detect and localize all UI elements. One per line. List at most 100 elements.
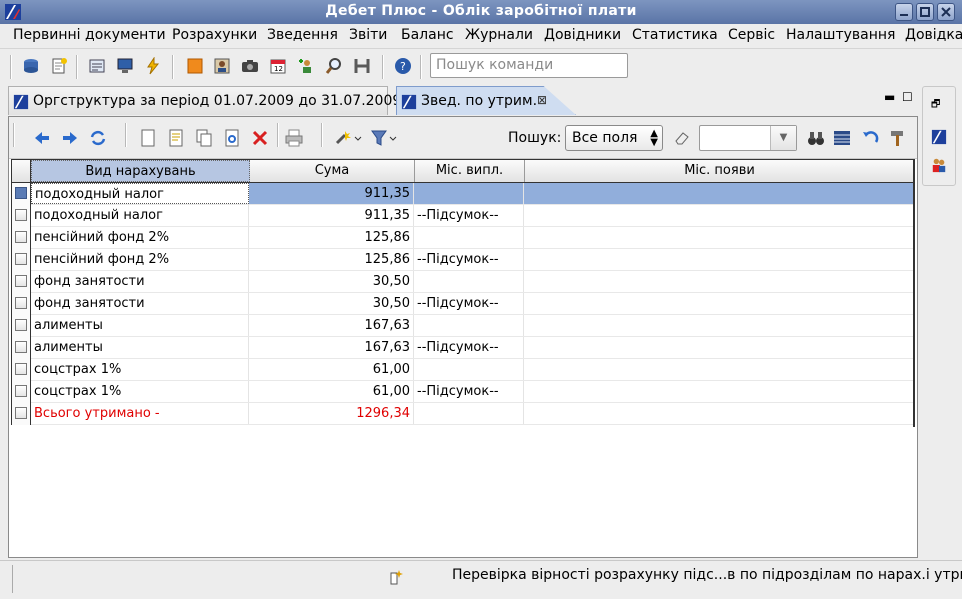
cell-origin-month[interactable]: [524, 249, 915, 270]
portrait-icon[interactable]: [213, 57, 231, 75]
cell-sum[interactable]: 167,63: [249, 315, 414, 336]
menu-balance[interactable]: Баланс: [401, 27, 454, 43]
cell-sum[interactable]: 167,63: [249, 337, 414, 358]
row-checkbox[interactable]: [15, 319, 27, 331]
minimize-view-icon[interactable]: ▬: [884, 90, 895, 104]
table-row[interactable]: алименты 167,63: [11, 315, 915, 337]
calendar-icon[interactable]: 12: [269, 57, 287, 75]
new-document-icon[interactable]: [50, 57, 68, 75]
row-selector[interactable]: [11, 249, 31, 271]
report-icon[interactable]: [88, 57, 106, 75]
table-row[interactable]: фонд занятости 30,50 --Підсумок--: [11, 293, 915, 315]
menu-calculations[interactable]: Розрахунки: [172, 27, 257, 43]
cell-origin-month[interactable]: [524, 403, 915, 424]
menu-reports[interactable]: Звіти: [349, 27, 387, 43]
cell-deduction-type[interactable]: фонд занятости: [31, 271, 249, 292]
refresh-icon[interactable]: [89, 129, 107, 147]
table-row[interactable]: фонд занятости 30,50: [11, 271, 915, 293]
cell-pay-month[interactable]: --Підсумок--: [414, 293, 524, 314]
cell-pay-month[interactable]: [414, 403, 524, 424]
table-row[interactable]: пенсійний фонд 2% 125,86 --Підсумок--: [11, 249, 915, 271]
close-tab-icon[interactable]: ⊠: [537, 93, 547, 107]
cell-sum[interactable]: 1296,34: [249, 403, 414, 424]
search-value-input[interactable]: ▼: [699, 125, 797, 151]
row-checkbox[interactable]: [15, 407, 27, 419]
tools-dropdown-icon[interactable]: [335, 129, 363, 147]
table-row[interactable]: подоходный налог 911,35 --Підсумок--: [11, 205, 915, 227]
cell-pay-month[interactable]: --Підсумок--: [414, 337, 524, 358]
cell-origin-month[interactable]: [524, 315, 915, 336]
cell-origin-month[interactable]: [524, 183, 915, 204]
print-icon[interactable]: [285, 129, 303, 147]
filter-dropdown-icon[interactable]: [371, 129, 399, 147]
row-selector[interactable]: [11, 271, 31, 293]
progress-icon[interactable]: [390, 569, 404, 585]
cell-pay-month[interactable]: [414, 227, 524, 248]
cell-origin-month[interactable]: [524, 337, 915, 358]
maximize-button[interactable]: [916, 3, 934, 21]
column-header-pay-month[interactable]: Міс. випл.: [415, 160, 525, 182]
eraser-icon[interactable]: [673, 129, 691, 147]
row-checkbox[interactable]: [15, 385, 27, 397]
cell-deduction-type[interactable]: подоходный налог: [31, 183, 249, 204]
minimize-button[interactable]: [895, 3, 913, 21]
cell-sum[interactable]: 30,50: [249, 271, 414, 292]
cell-sum[interactable]: 61,00: [249, 381, 414, 402]
column-header-type[interactable]: Вид нарахувань: [31, 160, 250, 182]
h-beam-icon[interactable]: [353, 57, 371, 75]
row-selector[interactable]: [11, 403, 31, 425]
cell-sum[interactable]: 30,50: [249, 293, 414, 314]
cell-sum[interactable]: 61,00: [249, 359, 414, 380]
cell-sum[interactable]: 911,35: [249, 183, 414, 204]
cell-origin-month[interactable]: [524, 293, 915, 314]
row-selector[interactable]: [11, 183, 31, 205]
column-header-sum[interactable]: Сума: [250, 160, 415, 182]
magnifier-icon[interactable]: [325, 57, 343, 75]
table-row[interactable]: соцстрах 1% 61,00 --Підсумок--: [11, 381, 915, 403]
orange-square-icon[interactable]: [186, 57, 204, 75]
cell-pay-month[interactable]: [414, 359, 524, 380]
menu-directories[interactable]: Довідники: [544, 27, 621, 43]
cell-deduction-type[interactable]: пенсійний фонд 2%: [31, 227, 249, 248]
tab-deductions-summary[interactable]: Звед. по утрим. ⊠: [396, 86, 576, 115]
table-row[interactable]: соцстрах 1% 61,00: [11, 359, 915, 381]
cell-origin-month[interactable]: [524, 271, 915, 292]
new-icon[interactable]: [139, 129, 157, 147]
cell-deduction-type[interactable]: фонд занятости: [31, 293, 249, 314]
menu-summaries[interactable]: Зведення: [267, 27, 338, 43]
menu-statistics[interactable]: Статистика: [632, 27, 718, 43]
row-checkbox[interactable]: [15, 231, 27, 243]
cell-sum[interactable]: 125,86: [249, 249, 414, 270]
menu-journals[interactable]: Журнали: [465, 27, 533, 43]
cell-pay-month[interactable]: [414, 183, 524, 204]
row-checkbox[interactable]: [15, 363, 27, 375]
row-selector[interactable]: [11, 293, 31, 315]
tab-org-structure[interactable]: Оргструктура за період 01.07.2009 до 31.…: [8, 86, 401, 115]
columns-icon[interactable]: [833, 129, 851, 147]
row-checkbox[interactable]: [15, 253, 27, 265]
chevron-down-icon[interactable]: ▼: [770, 126, 796, 150]
table-row[interactable]: пенсійний фонд 2% 125,86: [11, 227, 915, 249]
app-logo-icon[interactable]: [931, 129, 947, 145]
column-header-origin-month[interactable]: Міс. появи: [525, 160, 914, 182]
add-user-icon[interactable]: [297, 57, 315, 75]
binoculars-icon[interactable]: [807, 129, 825, 147]
row-checkbox[interactable]: [15, 187, 27, 199]
search-scope-select[interactable]: Все поля ▲ ▼: [565, 125, 663, 151]
copy-icon[interactable]: [195, 129, 213, 147]
cell-pay-month[interactable]: --Підсумок--: [414, 381, 524, 402]
row-checkbox[interactable]: [15, 209, 27, 221]
row-checkbox[interactable]: [15, 275, 27, 287]
back-arrow-icon[interactable]: [33, 129, 51, 147]
cell-deduction-type[interactable]: соцстрах 1%: [31, 359, 249, 380]
undo-icon[interactable]: [861, 129, 879, 147]
forward-arrow-icon[interactable]: [61, 129, 79, 147]
cell-origin-month[interactable]: [524, 381, 915, 402]
cell-deduction-type[interactable]: пенсійний фонд 2%: [31, 249, 249, 270]
cell-deduction-type[interactable]: алименты: [31, 337, 249, 358]
edit-icon[interactable]: [167, 129, 185, 147]
restore-icon[interactable]: 🗗: [931, 97, 940, 114]
cell-pay-month[interactable]: [414, 271, 524, 292]
users-icon[interactable]: [931, 157, 947, 173]
menu-settings[interactable]: Налаштування: [786, 27, 895, 43]
